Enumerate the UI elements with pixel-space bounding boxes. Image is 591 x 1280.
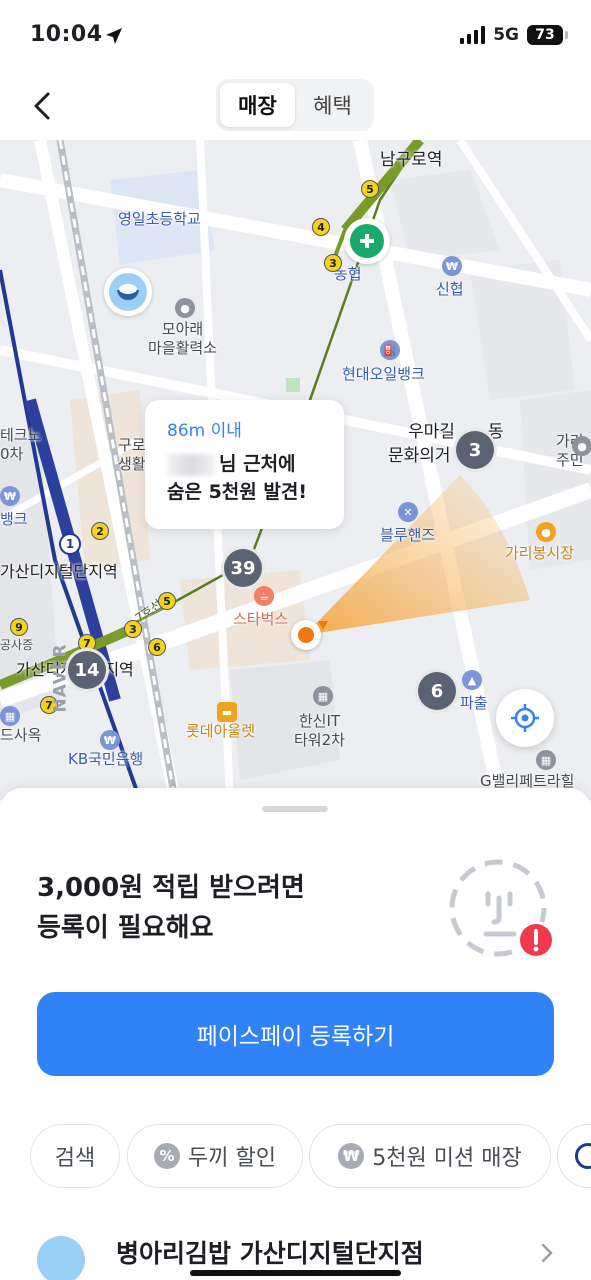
- promo-line-1: 3,000원 적립 받으려면: [37, 873, 305, 903]
- chip-mission-label: 5천원 미션 매장: [372, 1146, 522, 1171]
- station-line2-icon: 2: [91, 522, 109, 540]
- register-facepay-button[interactable]: 페이스페이 등록하기: [37, 992, 554, 1076]
- battery-icon: 73: [527, 25, 568, 45]
- cafe-icon: ☕: [254, 586, 274, 606]
- bubble-line-1: 님 근처에: [167, 451, 344, 479]
- distance-text: 86m 이내: [167, 421, 242, 441]
- station-line4-icon: 4: [312, 218, 330, 236]
- filter-chips: 검색 % 두끼 할인 ₩5천원 미션 매장: [30, 1124, 591, 1190]
- building-icon: ▦: [313, 686, 333, 706]
- my-location-button[interactable]: [496, 689, 554, 747]
- chip-more[interactable]: [557, 1124, 591, 1188]
- map-cluster[interactable]: 6: [415, 669, 459, 713]
- gvalley-icon: ▦: [536, 750, 556, 770]
- map-label-garibong-market: 가리봉시장: [505, 544, 575, 562]
- hidden-reward-bubble[interactable]: 86m 이내 님 근처에 숨은 5천원 발견!: [145, 400, 344, 529]
- back-button[interactable]: [22, 86, 62, 126]
- map-label-shinhan: 신협: [436, 280, 464, 298]
- map-cluster[interactable]: 3: [453, 428, 497, 472]
- map-cluster[interactable]: 14: [65, 648, 109, 692]
- signal-icon: [460, 26, 486, 44]
- tab-store[interactable]: 매장: [220, 83, 295, 127]
- chip-search-label: 검색: [54, 1146, 96, 1171]
- map-label-kb-bank: KB국민은행: [68, 750, 144, 768]
- bubble-line-2: 숨은 5천원 발견!: [167, 480, 307, 503]
- map-label-pacheul: 파출: [460, 694, 488, 712]
- network-type: 5G: [493, 25, 519, 45]
- chip-dukki-discount[interactable]: % 두끼 할인: [127, 1124, 303, 1188]
- community-center-icon: ●: [175, 298, 195, 318]
- map-label-moarae: 모아래 마을활력소: [148, 320, 218, 357]
- car-repair-icon: ✕: [398, 502, 418, 522]
- naver-watermark: NAVER: [50, 643, 71, 713]
- map-label-dsa: 드사옥: [0, 726, 42, 744]
- battery-level: 73: [535, 27, 555, 43]
- map-cluster[interactable]: 39: [221, 546, 265, 590]
- status-bar: 10:04 5G 73: [0, 0, 591, 76]
- rice-bowl-icon: [109, 273, 147, 311]
- won-icon: ₩: [338, 1143, 365, 1169]
- station-line5-icon: 5: [361, 180, 379, 198]
- pharmacy-pin[interactable]: [344, 218, 390, 264]
- flag-icon: [575, 1143, 591, 1169]
- market-icon: ●: [536, 522, 556, 542]
- station-line5b-icon: 5: [158, 592, 176, 610]
- map-label-hanshin-it: 한신IT 타워2차: [294, 712, 345, 749]
- chevron-left-icon: [34, 92, 50, 120]
- map-label-gongsa: 공사증: [0, 638, 34, 652]
- station-line6-icon: 6: [148, 638, 166, 656]
- header: 매장 혜택: [0, 76, 591, 140]
- store-name: 병아리김밥 가산디지털단지점: [116, 1239, 424, 1268]
- map-label-bluehands: 블루핸즈: [380, 526, 436, 544]
- user-name-redacted: [167, 453, 215, 476]
- bank-won-icon: ₩: [442, 256, 462, 276]
- status-indicators: 5G 73: [460, 25, 568, 45]
- poi-right-icon: ●: [572, 436, 591, 456]
- station-line9-icon: 9: [10, 618, 28, 636]
- chip-dukki-label: 두끼 할인: [188, 1146, 276, 1171]
- map-label-munhwa: 문화의거: [388, 446, 451, 466]
- heading-arrow-icon: [318, 621, 328, 630]
- status-time: 10:04: [30, 22, 103, 47]
- map-label-bank: 뱅크: [0, 510, 28, 528]
- station-line1-icon: 1: [59, 533, 81, 555]
- map-label-umagil: 우마길: [408, 422, 455, 442]
- gas-station-icon: ⛽: [380, 340, 400, 360]
- face-id-warning-icon: [449, 859, 555, 959]
- store-thumbnail: [37, 1236, 85, 1280]
- crosshair-icon: [511, 704, 539, 732]
- percent-icon: %: [154, 1143, 181, 1169]
- tab-benefits[interactable]: 혜택: [295, 83, 370, 127]
- map-label-hyundai-oilbank: 현대오일뱅크: [342, 365, 425, 383]
- bubble-line-1-text: 님 근처에: [219, 453, 296, 475]
- current-location-marker: [291, 620, 321, 650]
- kb-bank-icon: ₩: [100, 730, 120, 750]
- plus-icon: [350, 224, 384, 258]
- sheet-drag-handle[interactable]: [262, 806, 328, 812]
- store-pin-rice[interactable]: [104, 268, 152, 316]
- police-icon: ▲: [462, 670, 482, 690]
- chip-mission-stores[interactable]: ₩5천원 미션 매장: [309, 1124, 551, 1188]
- map-label-tekno: 테크노 0차: [0, 426, 42, 463]
- location-arrow-icon: [106, 28, 122, 44]
- station-line3-icon: 3: [324, 254, 342, 272]
- bottom-sheet[interactable]: 3,000원 적립 받으려면 등록이 필요해요 페이스페이 등록하기 검색 % 두…: [0, 788, 591, 1280]
- map-label-lotte-outlet: 롯데아울렛: [186, 722, 256, 740]
- shopping-cart-icon: ▬: [217, 702, 237, 722]
- map-label-namguro-station: 남구로역: [380, 150, 443, 170]
- segmented-control: 매장 혜택: [216, 79, 374, 131]
- chevron-right-icon: [541, 1243, 553, 1263]
- poi-left-icon: ▦: [0, 706, 20, 726]
- map-view[interactable]: 남구로역 영일초등학교 농협 신협 모아래 마을활력소 현대오일뱅크 구로공 생…: [0, 140, 591, 800]
- map-label-starbucks: 스타벅스: [233, 610, 289, 628]
- bank-left-icon: ₩: [0, 486, 20, 506]
- chip-search[interactable]: 검색: [30, 1124, 120, 1188]
- promo-line-2: 등록이 필요해요: [37, 913, 214, 944]
- station-line3b-icon: 3: [124, 620, 142, 638]
- home-indicator[interactable]: [190, 1270, 401, 1276]
- map-label-gasan-station: 가산디지털단지역: [0, 562, 118, 581]
- map-label-school: 영일초등학교: [118, 210, 201, 228]
- promo-title: 3,000원 적립 받으려면 등록이 필요해요: [37, 868, 305, 949]
